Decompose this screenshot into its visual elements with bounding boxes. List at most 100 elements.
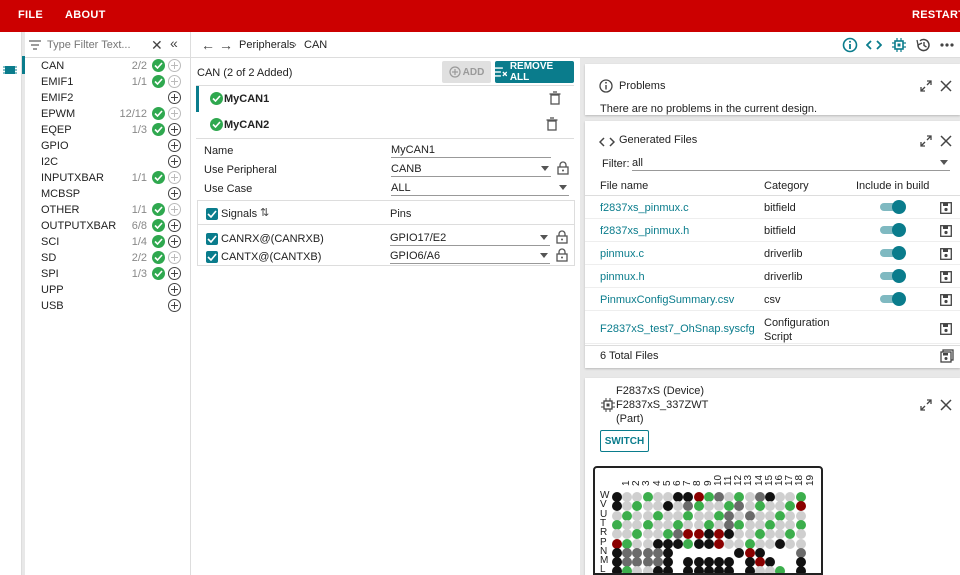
expand-icon[interactable] [920,399,932,411]
clear-filter-icon[interactable]: ✕ [151,37,163,54]
save-icon[interactable] [940,202,952,214]
pin-ball[interactable] [785,538,796,549]
add-circle-icon[interactable] [168,299,181,312]
module-item[interactable]: OUTPUTXBAR 6/8 [25,218,191,234]
pin-ball[interactable] [673,538,684,549]
pin-ball[interactable] [714,501,724,512]
file-name-link[interactable]: f2837xs_pinmux.h [600,225,689,237]
pin-ball[interactable] [744,501,755,512]
include-toggle[interactable] [880,246,906,260]
pin-ball[interactable] [693,538,704,549]
module-item[interactable]: UPP [25,282,191,298]
pin-ball[interactable] [734,501,745,512]
delete-icon[interactable] [548,91,562,105]
pin-ball[interactable] [612,529,622,540]
expand-icon[interactable] [920,80,932,92]
pin-select-canrx[interactable]: GPIO17/E2 [390,230,550,246]
pin-ball[interactable] [724,566,735,573]
file-name-link[interactable]: f2837xs_pinmux.c [600,202,689,214]
pin-ball[interactable] [652,529,663,540]
module-item[interactable]: OTHER 1/1 [25,202,191,218]
module-item[interactable]: USB [25,298,191,314]
module-item[interactable]: EMIF2 [25,90,191,106]
pin-ball[interactable] [765,538,775,549]
pin-ball[interactable] [703,566,714,573]
pin-ball[interactable] [765,566,775,573]
module-item[interactable]: EQEP 1/3 [25,122,191,138]
add-button[interactable]: ADD [442,61,491,83]
pin-ball[interactable] [703,529,714,540]
pin-ball[interactable] [785,501,796,512]
pin-ball[interactable] [765,501,775,512]
file-menu[interactable]: FILE [18,9,43,21]
save-all-icon[interactable] [940,349,954,363]
add-circle-icon[interactable] [168,219,181,232]
device-view-icon[interactable] [891,37,907,53]
restart-button[interactable]: RESTART [912,9,960,21]
pin-ball[interactable] [765,529,775,540]
module-item[interactable]: MCBSP [25,186,191,202]
name-input[interactable]: MyCAN1 [391,142,551,158]
file-name-link[interactable]: PinmuxConfigSummary.csv [600,294,734,306]
save-icon[interactable] [940,294,952,306]
pin-ball[interactable] [724,529,735,540]
pin-ball[interactable] [693,566,704,573]
include-toggle[interactable] [880,200,906,214]
add-circle-icon[interactable] [168,75,181,88]
pin-ball[interactable] [622,529,633,540]
pin-ball[interactable] [642,501,653,512]
pin-ball[interactable] [703,538,714,549]
instance-item-mycan2[interactable]: MyCAN2 [199,112,577,138]
add-circle-icon[interactable] [168,187,181,200]
pin-ball[interactable] [775,501,786,512]
pin-ball[interactable] [632,529,643,540]
pin-ball[interactable] [663,501,673,512]
pin-ball[interactable] [775,538,786,549]
pin-ball[interactable] [612,501,622,512]
add-circle-icon[interactable] [168,123,181,136]
pin-ball[interactable] [795,529,806,540]
close-icon[interactable] [940,399,952,411]
pin-ball[interactable] [622,501,633,512]
pin-ball[interactable] [683,501,694,512]
save-icon[interactable] [940,225,952,237]
add-circle-icon[interactable] [168,91,181,104]
pin-ball[interactable] [795,501,806,512]
pin-ball[interactable] [683,538,694,549]
pin-ball[interactable] [632,566,643,573]
add-circle-icon[interactable] [168,107,181,120]
pin-ball[interactable] [622,538,633,549]
pin-ball[interactable] [754,529,765,540]
lock-icon[interactable] [557,161,569,175]
module-item[interactable]: SPI 1/3 [25,266,191,282]
forward-arrow-icon[interactable]: → [219,37,233,53]
history-icon[interactable] [915,37,931,53]
collapse-panel-icon[interactable]: « [170,35,178,51]
pin-ball[interactable] [683,566,694,573]
signals-checkbox[interactable] [206,208,218,220]
signal-checkbox-cantx[interactable] [206,251,218,263]
delete-icon[interactable] [545,117,559,131]
module-item[interactable]: INPUTXBAR 1/1 [25,170,191,186]
chip-icon[interactable] [2,62,18,78]
pin-ball[interactable] [632,501,643,512]
include-toggle[interactable] [880,292,906,306]
pin-select-cantx[interactable]: GPIO6/A6 [390,248,550,264]
module-item[interactable]: CAN 2/2 [25,58,191,74]
switch-button[interactable]: SWITCH [600,430,649,452]
pin-ball[interactable] [693,501,704,512]
save-icon[interactable] [940,248,952,260]
close-icon[interactable] [940,135,952,147]
pin-ball[interactable] [714,566,724,573]
code-icon[interactable] [866,37,882,53]
pin-ball[interactable] [673,501,684,512]
save-icon[interactable] [940,271,952,283]
lock-icon[interactable] [556,230,568,244]
pin-ball[interactable] [632,538,643,549]
pin-ball[interactable] [663,529,673,540]
add-circle-icon[interactable] [168,171,181,184]
pin-ball[interactable] [775,529,786,540]
pin-ball[interactable] [734,538,745,549]
pin-ball[interactable] [744,529,755,540]
file-name-link[interactable]: pinmux.c [600,248,644,260]
